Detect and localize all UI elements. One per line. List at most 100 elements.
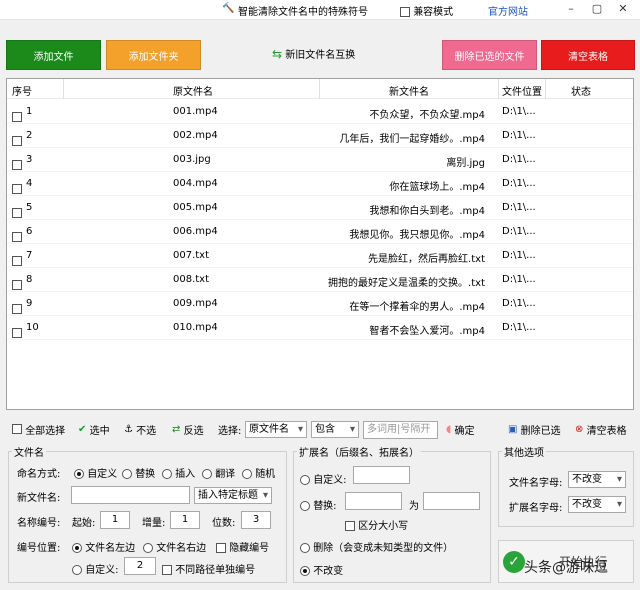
compat-mode-checkbox[interactable]: 兼容模式 xyxy=(400,3,453,18)
radio-icon xyxy=(202,469,212,479)
row-number: 6 xyxy=(26,226,33,237)
confirm-button[interactable]: ◖ 确定 xyxy=(446,419,474,439)
row-new-name: 我想和你白头到老。.mp4 xyxy=(369,206,485,217)
match-select[interactable]: 包含 xyxy=(311,421,359,438)
table-row[interactable]: 8 008.txt 拥抱的最好定义是温柔的交换。.txt D:\1\... xyxy=(7,268,633,292)
row-old-name: 008.txt xyxy=(173,274,210,285)
checkbox-icon xyxy=(12,160,22,170)
mode-random-radio[interactable]: 随机 xyxy=(242,465,275,480)
website-link[interactable]: 官方网站 xyxy=(488,3,528,18)
checkbox-icon xyxy=(12,184,22,194)
row-location: D:\1\... xyxy=(502,298,536,309)
ext-custom-input[interactable] xyxy=(353,466,410,484)
mode-custom-radio[interactable]: 自定义 xyxy=(74,465,117,480)
close-circle-icon: ⊗ xyxy=(575,423,584,435)
hide-number-checkbox[interactable]: 隐藏编号 xyxy=(216,539,269,554)
select-button[interactable]: ✔ 选中 xyxy=(78,419,110,439)
radio-icon xyxy=(143,543,153,553)
col-divider xyxy=(545,79,546,99)
ext-nochange-radio[interactable]: 不改变 xyxy=(300,562,343,577)
pos-left-radio[interactable]: 文件名左边 xyxy=(72,539,135,554)
row-location: D:\1\... xyxy=(502,154,536,165)
maximize-icon[interactable]: ▢ xyxy=(584,0,610,18)
file-table[interactable]: 序号 原文件名 新文件名 文件位置 状态 1 001.mp4 不负众望，不负众望.m… xyxy=(6,78,634,410)
increment-input[interactable]: 1 xyxy=(170,511,200,529)
row-old-name: 001.mp4 xyxy=(173,106,218,117)
select-all-checkbox[interactable]: 全部选择 xyxy=(12,419,65,439)
row-new-name: 离别.jpg xyxy=(446,158,485,169)
table-row[interactable]: 9 009.mp4 在等一个撑着伞的男人。.mp4 D:\1\... xyxy=(7,292,633,316)
ext-custom-radio[interactable]: 自定义: xyxy=(300,471,347,486)
row-number: 2 xyxy=(26,130,33,141)
mode-translate-radio[interactable]: 翻译 xyxy=(202,465,235,480)
custom-position-input[interactable]: 2 xyxy=(124,557,156,575)
numbering-label: 名称编号: xyxy=(17,518,61,529)
checkbox-icon xyxy=(12,424,22,434)
invert-button[interactable]: ⇄ 反选 xyxy=(172,419,204,439)
ext-case-select[interactable]: 不改变 xyxy=(568,496,626,513)
table-row[interactable]: 4 004.mp4 你在篮球场上。.mp4 D:\1\... xyxy=(7,172,633,196)
checkbox-icon xyxy=(162,565,172,575)
filename-case-select[interactable]: 不改变 xyxy=(568,471,626,488)
mode-insert-radio[interactable]: 插入 xyxy=(162,465,195,480)
delete-selected-files-button[interactable]: 删除已选的文件 xyxy=(442,40,537,70)
col-header-num: 序号 xyxy=(12,87,32,98)
ext-delete-radio[interactable]: 删除（会变成未知类型的文件） xyxy=(300,539,453,554)
table-row[interactable]: 5 005.mp4 我想和你白头到老。.mp4 D:\1\... xyxy=(7,196,633,220)
deselect-button[interactable]: ⚓ 不选 xyxy=(124,419,156,439)
invert-icon: ⇄ xyxy=(172,423,181,435)
table-row[interactable]: 2 002.mp4 几年后，我们一起穿婚纱。.mp4 D:\1\... xyxy=(7,124,633,148)
start-input[interactable]: 1 xyxy=(100,511,130,529)
radio-icon xyxy=(74,469,84,479)
digits-input[interactable]: 3 xyxy=(241,511,271,529)
row-location: D:\1\... xyxy=(502,106,536,117)
pos-custom-radio[interactable]: 自定义: xyxy=(72,561,119,576)
table-row[interactable]: 1 001.mp4 不负众望，不负众望.mp4 D:\1\... xyxy=(7,100,633,124)
ext-replace-from-input[interactable] xyxy=(345,492,402,510)
add-file-button[interactable]: 添加文件 xyxy=(6,40,101,70)
radio-icon xyxy=(242,469,252,479)
ext-replace-to-input[interactable] xyxy=(423,492,480,510)
row-old-name: 006.mp4 xyxy=(173,226,218,237)
watermark: 头条@游味逗 xyxy=(524,560,608,576)
ext-replace-radio[interactable]: 替换: xyxy=(300,497,337,512)
keyword-input[interactable]: 多词用|号隔开 xyxy=(363,421,438,439)
checkbox-icon xyxy=(216,543,226,553)
naming-mode-label: 命名方式: xyxy=(17,469,61,480)
case-sensitive-checkbox[interactable]: 区分大小写 xyxy=(345,517,408,532)
row-number: 5 xyxy=(26,202,33,213)
checkbox-icon xyxy=(12,280,22,290)
table-row[interactable]: 10 010.mp4 智者不会坠入爱河。.mp4 D:\1\... xyxy=(7,316,633,340)
separate-paths-checkbox[interactable]: 不同路径单独编号 xyxy=(162,561,255,576)
mode-replace-radio[interactable]: 替换 xyxy=(122,465,155,480)
delete-selected-button[interactable]: ▣ 删除已选 xyxy=(508,419,561,439)
app-icon: 🔨 xyxy=(222,3,235,14)
filename-legend: 文件名 xyxy=(12,444,46,459)
row-location: D:\1\... xyxy=(502,322,536,333)
table-row[interactable]: 6 006.mp4 我想见你。我只想见你。.mp4 D:\1\... xyxy=(7,220,633,244)
row-new-name: 在等一个撑着伞的男人。.mp4 xyxy=(349,302,485,313)
clear-table-small-button[interactable]: ⊗ 清空表格 xyxy=(575,419,627,439)
filename-case-label: 文件名字母: xyxy=(509,478,563,489)
insert-title-select[interactable]: 插入特定标题 xyxy=(194,487,272,504)
pos-right-radio[interactable]: 文件名右边 xyxy=(143,539,206,554)
row-old-name: 009.mp4 xyxy=(173,298,218,309)
row-location: D:\1\... xyxy=(502,178,536,189)
row-location: D:\1\... xyxy=(502,250,536,261)
field-select[interactable]: 原文件名 xyxy=(245,421,307,438)
minimize-icon[interactable]: – xyxy=(558,0,584,18)
col-header-status: 状态 xyxy=(571,87,591,98)
row-location: D:\1\... xyxy=(502,226,536,237)
table-row[interactable]: 7 007.txt 先是脸红，然后再脸红.txt D:\1\... xyxy=(7,244,633,268)
close-icon[interactable]: ✕ xyxy=(610,0,636,18)
new-name-input[interactable] xyxy=(71,486,190,504)
table-row[interactable]: 3 003.jpg 离别.jpg D:\1\... xyxy=(7,148,633,172)
swap-names-button[interactable]: ⇆ 新旧文件名互换 xyxy=(272,46,355,61)
window-title: 智能清除文件名中的特殊符号 xyxy=(238,7,368,18)
add-folder-button[interactable]: 添加文件夹 xyxy=(106,40,201,70)
row-location: D:\1\... xyxy=(502,202,536,213)
radio-icon xyxy=(72,565,82,575)
row-number: 3 xyxy=(26,154,33,165)
start-check-icon: ✓ xyxy=(503,550,525,573)
clear-table-button[interactable]: 清空表格 xyxy=(541,40,635,70)
